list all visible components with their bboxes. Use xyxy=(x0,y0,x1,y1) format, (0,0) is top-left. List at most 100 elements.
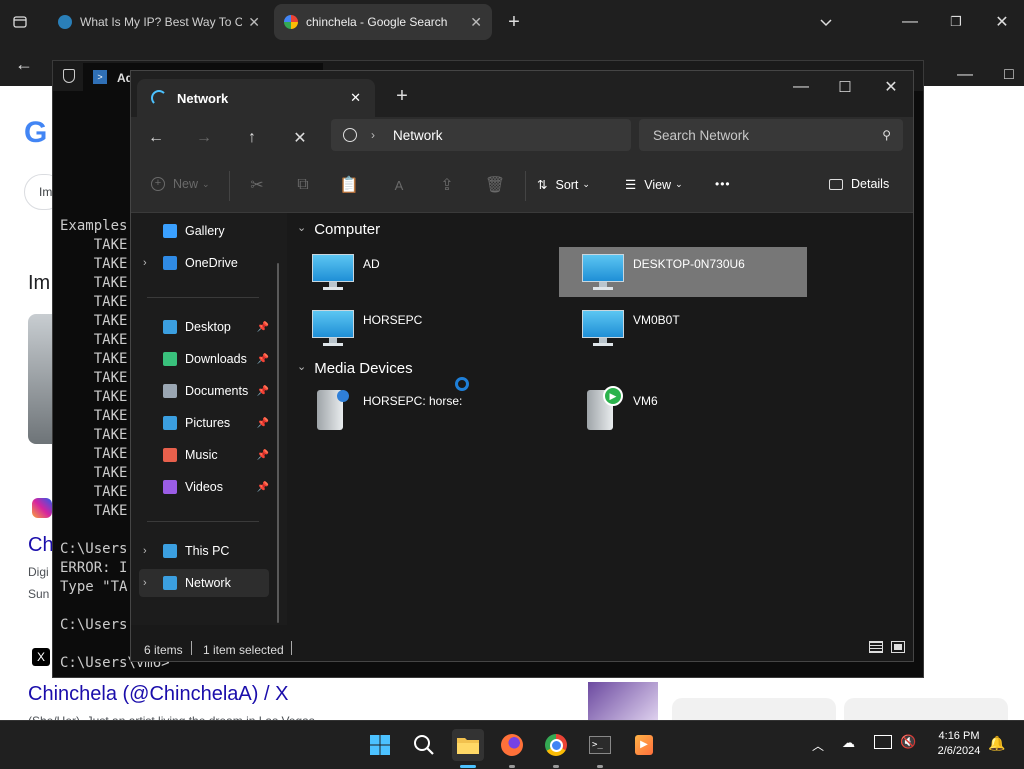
more-options-icon[interactable]: ••• xyxy=(715,177,731,191)
sidebar-item-downloads[interactable]: Downloads 📌 xyxy=(139,345,269,373)
restore-icon[interactable]: ❐ xyxy=(942,8,970,36)
close-tab-icon[interactable]: ✕ xyxy=(350,90,361,106)
maximize-icon[interactable]: □ xyxy=(995,61,1023,89)
terminal-icon[interactable]: >_ xyxy=(584,729,616,761)
network-status-icon[interactable] xyxy=(874,735,892,749)
taskbar: >_ ▶ ︿ ☁ 🔇 4:16 PM 2/6/2024 🔔 xyxy=(0,720,1024,769)
shield-icon xyxy=(63,69,75,83)
pin-icon: 📌 xyxy=(256,449,269,461)
explorer-address-row: ← → ↑ ✕ › Network Search Network ⚲ xyxy=(131,117,913,159)
tab-list-chevron-icon[interactable] xyxy=(812,8,840,36)
sidebar-item-network[interactable]: › Network xyxy=(139,569,269,597)
sidebar-item-this-pc[interactable]: › This PC xyxy=(139,537,269,565)
explorer-tab-network[interactable]: Network ✕ xyxy=(137,79,375,117)
network-computer-item[interactable]: HORSEPC xyxy=(289,303,537,353)
back-arrow-icon[interactable]: ← xyxy=(12,52,36,76)
copy-icon[interactable]: ⧉ xyxy=(291,173,315,197)
sidebar-item-desktop[interactable]: Desktop 📌 xyxy=(139,313,269,341)
item-label: HORSEPC: horse: xyxy=(363,394,463,408)
up-arrow-icon[interactable]: ↑ xyxy=(239,125,265,151)
close-window-icon[interactable]: ✕ xyxy=(877,73,905,101)
firefox-icon[interactable] xyxy=(496,729,528,761)
rename-icon[interactable]: A xyxy=(387,173,411,197)
sidebar-item-music[interactable]: Music 📌 xyxy=(139,441,269,469)
collapse-chevron-icon[interactable]: ⌄ xyxy=(297,221,306,234)
maximize-icon[interactable]: ☐ xyxy=(831,73,859,101)
media-player-icon[interactable]: ▶ xyxy=(628,729,660,761)
browser-tab-whatismyip[interactable]: What Is My IP? Best Way To Ch ✕ xyxy=(48,4,270,40)
sidebar-item-videos[interactable]: Videos 📌 xyxy=(139,473,269,501)
view-layout-icon: ☰ xyxy=(625,178,637,192)
status-divider xyxy=(291,641,292,655)
close-tab-icon[interactable]: ✕ xyxy=(248,14,260,31)
sidebar-item-documents[interactable]: Documents 📌 xyxy=(139,377,269,405)
network-computer-item[interactable]: VM0B0T xyxy=(559,303,807,353)
search-box[interactable]: Search Network ⚲ xyxy=(639,119,903,151)
close-tab-icon[interactable]: ✕ xyxy=(470,14,482,31)
file-explorer-window[interactable]: Network ✕ + — ☐ ✕ ← → ↑ ✕ › Network Sear… xyxy=(130,70,914,662)
tab-actions-icon[interactable] xyxy=(8,10,32,34)
media-server-icon: ▶ xyxy=(581,384,625,432)
pin-icon: 📌 xyxy=(256,353,269,365)
expand-chevron-icon[interactable]: › xyxy=(143,577,147,589)
notification-bell-icon[interactable]: 🔔 xyxy=(988,735,1005,752)
explorer-tab-bar: Network ✕ + — ☐ ✕ xyxy=(131,71,913,117)
chrome-icon[interactable] xyxy=(540,729,572,761)
music-icon xyxy=(163,448,177,462)
share-icon[interactable]: ⇪ xyxy=(435,173,459,197)
delete-icon[interactable]: 🗑 xyxy=(483,173,507,197)
new-tab-button[interactable]: + xyxy=(502,10,526,34)
breadcrumb-network[interactable]: Network xyxy=(393,128,443,143)
details-view-icon[interactable] xyxy=(869,641,883,653)
start-icon[interactable] xyxy=(364,729,396,761)
volume-muted-icon[interactable]: 🔇 xyxy=(900,734,916,750)
media-device-item[interactable]: ▶ VM6 xyxy=(559,383,807,433)
minimize-icon[interactable]: — xyxy=(951,61,979,89)
forward-arrow-icon[interactable]: → xyxy=(191,125,217,151)
details-pane-button[interactable]: Details xyxy=(829,177,889,191)
expand-chevron-icon[interactable]: › xyxy=(143,257,147,269)
navigation-pane: Gallery › OneDrive Desktop 📌 Downloads 📌 Docume… xyxy=(131,213,287,625)
new-tab-button[interactable]: + xyxy=(389,83,415,109)
view-button[interactable]: ☰ View ⌄ xyxy=(625,177,683,193)
image-thumbnail[interactable] xyxy=(588,682,658,722)
sort-button[interactable]: ⇅ Sort ⌄ xyxy=(537,177,590,193)
sidebar-item-label: Downloads xyxy=(185,352,247,366)
cloud-sync-off-icon[interactable]: ☁ xyxy=(842,735,862,751)
stop-loading-icon[interactable]: ✕ xyxy=(287,125,313,151)
search-icon[interactable] xyxy=(408,729,440,761)
cut-icon[interactable]: ✂ xyxy=(245,173,269,197)
address-bar[interactable]: › Network xyxy=(331,119,631,151)
minimize-icon[interactable]: — xyxy=(787,73,815,101)
explorer-command-bar: + New ⌄ ✂ ⧉ 📋 A ⇪ 🗑 ⇅ Sort ⌄ ☰ View ⌄ ••… xyxy=(131,159,913,213)
sidebar-scrollbar[interactable] xyxy=(277,263,279,623)
large-icons-view-icon[interactable] xyxy=(891,641,905,653)
group-header[interactable]: ⌄ Computer xyxy=(297,221,380,238)
gallery-icon xyxy=(163,224,177,238)
collapse-chevron-icon[interactable]: ⌄ xyxy=(297,360,306,373)
clock[interactable]: 4:16 PM 2/6/2024 xyxy=(926,729,992,759)
image-thumbnail[interactable] xyxy=(28,314,54,444)
sidebar-item-pictures[interactable]: Pictures 📌 xyxy=(139,409,269,437)
close-window-icon[interactable]: ✕ xyxy=(988,8,1016,36)
paste-icon[interactable]: 📋 xyxy=(337,173,361,197)
group-header[interactable]: ⌄ Media Devices xyxy=(297,360,413,377)
sidebar-item-gallery[interactable]: Gallery xyxy=(139,217,269,245)
network-computer-item[interactable]: AD xyxy=(289,247,537,297)
minimize-icon[interactable]: — xyxy=(896,8,924,36)
google-logo[interactable]: G xyxy=(24,116,47,150)
back-arrow-icon[interactable]: ← xyxy=(143,125,169,151)
browser-tab-google[interactable]: chinchela - Google Search ✕ xyxy=(274,4,492,40)
computer-monitor-icon xyxy=(311,252,355,292)
network-computer-item[interactable]: DESKTOP-0N730U6 xyxy=(559,247,807,297)
sidebar-item-onedrive[interactable]: › OneDrive xyxy=(139,249,269,277)
media-device-item[interactable]: HORSEPC: horse: xyxy=(289,383,537,433)
show-hidden-icons-chevron-icon[interactable]: ︿ xyxy=(812,737,824,754)
new-button[interactable]: + New ⌄ xyxy=(151,177,210,191)
result-title[interactable]: Chinchela (@ChinchelaA) / X xyxy=(28,683,288,706)
images-heading: Im xyxy=(28,272,51,294)
file-explorer-icon[interactable] xyxy=(452,729,484,761)
search-input[interactable]: Search Network xyxy=(653,128,749,143)
pin-icon: 📌 xyxy=(256,481,269,493)
expand-chevron-icon[interactable]: › xyxy=(143,545,147,557)
